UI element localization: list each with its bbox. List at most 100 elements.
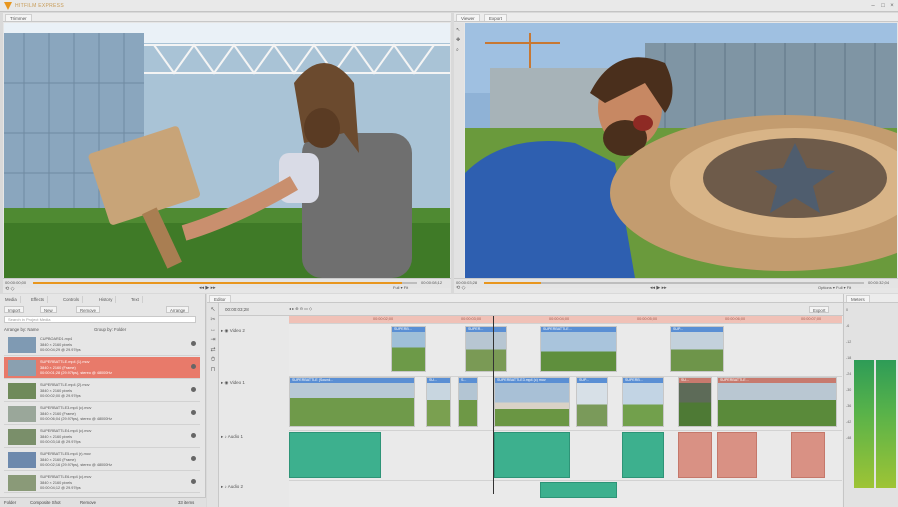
video-clip[interactable]: SUPERBATTLE... xyxy=(717,377,837,427)
tab-meters[interactable]: Meters xyxy=(846,295,870,302)
composite-shot-button[interactable]: Composite Shot xyxy=(30,500,61,505)
video-clip[interactable]: SUPERB... xyxy=(622,377,664,427)
tab-export[interactable]: Export xyxy=(484,14,508,21)
media-item[interactable]: SUPERBATTLE6.mp4 (c).mov 3840 × 2160 pix… xyxy=(4,472,200,493)
viewer-fit[interactable]: Fit xyxy=(847,285,851,290)
import-button[interactable]: Import xyxy=(4,306,25,313)
tab-text[interactable]: Text xyxy=(128,296,143,303)
new-button[interactable]: New xyxy=(40,306,57,313)
audio-clip-muted[interactable] xyxy=(717,432,757,478)
group-by-select[interactable]: Group by: Folder xyxy=(94,327,126,332)
snap-tool-icon[interactable]: ⊓ xyxy=(210,367,216,373)
trimmer-video-frame[interactable] xyxy=(4,23,450,278)
tab-controls[interactable]: Controls xyxy=(60,296,84,303)
audio-clip[interactable] xyxy=(494,432,570,478)
media-item[interactable]: CUPBOARD1.mp4 3840 × 2160 pixels 00:00:0… xyxy=(4,334,200,356)
tab-viewer[interactable]: Viewer xyxy=(456,14,480,21)
media-thumbnail xyxy=(8,383,36,399)
video-clip[interactable]: SU... xyxy=(426,377,451,427)
trimmer-zoom[interactable]: Full xyxy=(393,285,399,290)
viewer-zoom[interactable]: Full xyxy=(836,285,842,290)
ruler-tick-label: 00:00:04;00 xyxy=(549,317,570,321)
media-item-selected[interactable]: SUPERBATTLE.mp4 (1).mov 3840 × 2160 (Fra… xyxy=(4,357,200,379)
audio-clip-muted[interactable] xyxy=(791,432,825,478)
audio-clip-muted[interactable] xyxy=(678,432,712,478)
track-name: Video 2 xyxy=(229,328,245,333)
audio-meters-panel: Meters 0 -6 -12 -18 -24 -30 -36 -42 -48 xyxy=(843,294,898,507)
slice-tool-icon[interactable]: ✂ xyxy=(210,317,216,323)
move-tool-icon[interactable]: ✥ xyxy=(456,37,460,43)
viewer-scrubber[interactable] xyxy=(484,282,864,284)
ruler-tick-label: 00:00:06;00 xyxy=(725,317,746,321)
maximize-icon[interactable]: □ xyxy=(880,3,886,9)
remove-button[interactable]: Remove xyxy=(76,306,101,313)
trimmer-panel: Trimmer 00:00:00;00 00:00:08;12 ⟲ ◇ ◂◂ ▶… xyxy=(3,13,451,293)
trimmer-fit[interactable]: Fit xyxy=(404,285,408,290)
selection-tool-icon[interactable]: ↖ xyxy=(210,307,216,313)
media-item[interactable]: SUPERBATTLE.mp4 (2).mov 3840 × 2160 pixe… xyxy=(4,380,200,402)
rate-tool-icon[interactable]: ⏱ xyxy=(210,357,216,363)
tab-trimmer[interactable]: Trimmer xyxy=(5,14,32,21)
media-item-info: 3840 × 2160 (Frame) xyxy=(40,458,76,462)
ripple-tool-icon[interactable]: ⇥ xyxy=(210,337,216,343)
viewer-play-controls[interactable]: ◂◂ ▶ ▸▸ xyxy=(650,285,667,291)
viewer-options-button[interactable]: Options xyxy=(818,285,832,290)
media-item[interactable]: SUPERBATTLE4.mp4 (c).mov 3840 × 2160 pix… xyxy=(4,426,200,448)
trimmer-loop-icon[interactable]: ⟲ ◇ xyxy=(5,286,14,292)
tab-effects[interactable]: Effects xyxy=(28,296,49,303)
media-item[interactable]: SUPERBATTLE5.mp4 (r).mov 3840 × 2160 (Fr… xyxy=(4,449,200,471)
media-status-icon xyxy=(191,364,196,369)
video-clip[interactable]: SUP... xyxy=(670,326,724,372)
video-clip[interactable]: S... xyxy=(458,377,478,427)
trimmer-play-controls[interactable]: ◂◂ ▶ ▸▸ xyxy=(199,285,216,291)
tab-media[interactable]: Media xyxy=(2,296,21,303)
arrange-button[interactable]: Arrange xyxy=(166,306,190,313)
video-clip[interactable]: SUPERBATTLE... xyxy=(540,326,617,372)
new-folder-button[interactable]: Folder xyxy=(4,500,16,505)
media-item-info: 3840 × 2160 pixels xyxy=(40,481,72,485)
media-status-icon xyxy=(191,410,196,415)
arrange-by-select[interactable]: Arrange by: Name xyxy=(4,327,39,332)
media-item-name: SUPERBATTLE6.mp4 (c).mov xyxy=(40,475,92,479)
tab-history[interactable]: History xyxy=(96,296,117,303)
timeline-playhead[interactable] xyxy=(493,316,494,494)
roll-tool-icon[interactable]: ⇄ xyxy=(210,347,216,353)
minimize-icon[interactable]: – xyxy=(870,3,876,9)
media-item-duration: 00:00:04;12 @ 29.97fps xyxy=(40,486,81,490)
audio-clip[interactable] xyxy=(540,482,617,498)
viewer-toolbar: ↖ ✥ ⌕ xyxy=(454,23,464,278)
timeline-controls[interactable]: ◂ ▸ ⊕ ⊖ ▭ ◇ xyxy=(289,306,312,311)
media-thumbnail xyxy=(8,406,36,422)
media-item-name: CUPBOARD1.mp4 xyxy=(40,337,73,341)
timeline-ruler[interactable]: 00:00:02;00 00:00:03;00 00:00:04;00 00:0… xyxy=(289,316,842,323)
trimmer-timecode-in: 00:00:00;00 xyxy=(5,280,27,285)
video-clip[interactable]: SUPERBATTLE (Sound... xyxy=(289,377,415,427)
media-footer: Folder Composite Shot Remove 33 items xyxy=(0,497,206,507)
select-tool-icon[interactable]: ↖ xyxy=(456,27,460,33)
media-item[interactable]: SUPERBATTLE3.mp4 (c).mov 3840 × 2160 (Fr… xyxy=(4,403,200,425)
timeline-export-button[interactable]: Export xyxy=(809,306,830,313)
media-item-duration: 00:00:02;16 (29.97fps), stereo @ 48000Hz xyxy=(40,463,113,467)
viewer-loop-icon[interactable]: ⟲ ◇ xyxy=(456,285,465,291)
viewer-view-options[interactable]: Options ▾ Full ▾ Fit xyxy=(818,285,851,290)
trimmer-view-options[interactable]: Full ▾ Fit xyxy=(393,285,408,290)
timeline-timecode: 00:00:03;28 xyxy=(225,307,249,312)
trimmer-scrubber[interactable] xyxy=(33,282,417,284)
media-thumbnail xyxy=(8,452,36,468)
footer-remove-button[interactable]: Remove xyxy=(80,500,96,505)
tab-editor[interactable]: Editor xyxy=(209,295,231,302)
close-icon[interactable]: × xyxy=(889,3,895,9)
zoom-tool-icon[interactable]: ⌕ xyxy=(456,47,459,53)
viewer-video-frame[interactable] xyxy=(465,23,897,278)
video-clip[interactable]: SUPERB... xyxy=(391,326,426,372)
video-clip[interactable]: SU... xyxy=(678,377,712,427)
media-item-info: 3840 × 2160 (Frame) xyxy=(40,412,76,416)
media-search-input[interactable]: Search in Project Media xyxy=(4,316,196,323)
audio-clip[interactable] xyxy=(622,432,664,478)
meter-scale-label: -30 xyxy=(846,388,852,392)
audio-clip[interactable] xyxy=(289,432,381,478)
slip-tool-icon[interactable]: ↔ xyxy=(210,327,216,333)
video-clip[interactable]: SUPER... xyxy=(465,326,507,372)
video-clip[interactable]: SUP... xyxy=(576,377,608,427)
video-clip[interactable]: SUPERBATTLE3.mp4 (c) mov xyxy=(494,377,570,427)
